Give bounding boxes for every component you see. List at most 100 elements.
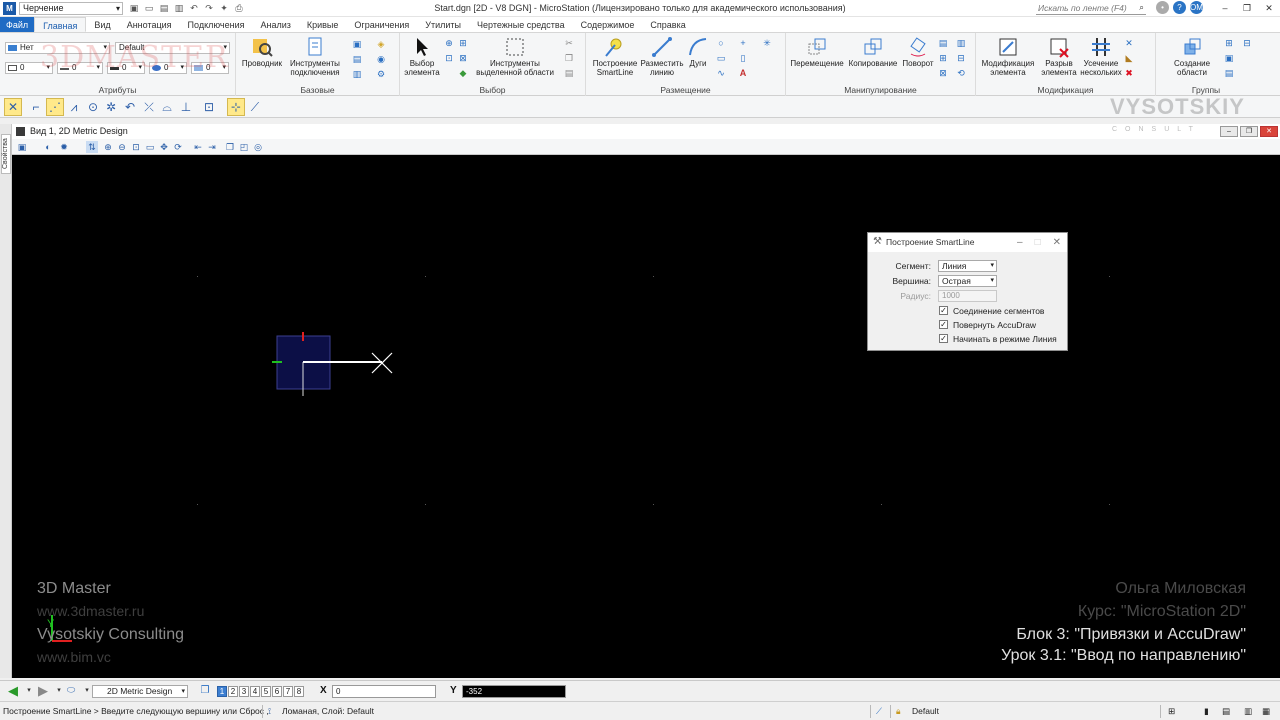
workflow-select[interactable]: Черчение <box>19 1 123 15</box>
rectangle-icon[interactable]: ▭ <box>716 53 726 63</box>
spin-icon[interactable]: ⟲ <box>956 68 966 78</box>
help-status-icon[interactable]: ▦ <box>1262 702 1270 720</box>
snap-intersection-icon[interactable]: ✕ <box>4 98 22 116</box>
point-icon[interactable]: + <box>738 38 748 48</box>
stretch-icon[interactable]: ⊟ <box>956 53 966 63</box>
snap-keypoint-icon[interactable]: ⋰ <box>46 98 64 116</box>
lighting-icon[interactable]: ✹ <box>58 141 70 153</box>
window-area-icon[interactable]: ⊡ <box>130 141 142 153</box>
dialog-maximize-icon[interactable]: □ <box>1035 233 1041 252</box>
accusnap-icon[interactable]: ⟋ <box>876 702 882 720</box>
rotate-view-icon[interactable]: ⟳ <box>172 141 184 153</box>
attach-tools-button[interactable]: Инструменты подключения <box>286 36 344 77</box>
active-level[interactable]: Default <box>912 702 939 720</box>
explorer-button[interactable]: Проводник <box>239 36 285 69</box>
select-all-icon[interactable]: ⊕ <box>444 38 454 48</box>
drawing-canvas[interactable]: Y <box>12 155 1280 678</box>
properties-side-tab[interactable]: Свойства <box>1 134 11 174</box>
view-next-icon[interactable]: ⇥ <box>206 141 218 153</box>
text-icon[interactable]: A <box>738 68 748 78</box>
create-region-button[interactable]: Создание области <box>1170 36 1214 77</box>
accudraw-line-icon[interactable]: ⟋ <box>246 98 264 116</box>
place-line-button[interactable]: Разместить линию <box>640 36 684 77</box>
view-8-button[interactable]: 8 <box>294 686 304 697</box>
deselect-icon[interactable]: ⊠ <box>458 53 468 63</box>
modify-element-button[interactable]: Модификация элемента <box>978 36 1038 77</box>
view-7-button[interactable]: 7 <box>283 686 293 697</box>
save-icon[interactable]: ▤ <box>159 3 169 13</box>
group-icon[interactable]: ⊞ <box>1224 38 1234 48</box>
ribbon-search-input[interactable]: Искать по ленте (F4) <box>1036 0 1146 15</box>
view-menu-icon[interactable] <box>16 127 25 136</box>
fence-icon[interactable]: ⊡ <box>444 53 454 63</box>
accudraw-icon[interactable]: ⊹ <box>227 98 245 116</box>
camera-icon[interactable]: ◎ <box>252 141 264 153</box>
scale-icon[interactable]: ▤ <box>938 38 948 48</box>
zoom-in-icon[interactable]: ⊕ <box>102 141 114 153</box>
rotate-accudraw-checkbox[interactable]: ✓ <box>939 320 948 329</box>
view-icon[interactable]: ▣ <box>129 3 139 13</box>
ungroup-icon[interactable]: ⊟ <box>1242 38 1252 48</box>
save-settings-icon[interactable]: ▥ <box>174 3 184 13</box>
snap-origin-icon[interactable]: ✲ <box>102 98 120 116</box>
snap-mode-icon[interactable]: ⊡ <box>200 98 218 116</box>
view-6-button[interactable]: 6 <box>272 686 282 697</box>
dialog-minimize-icon[interactable]: – <box>1017 233 1023 252</box>
view-previous-icon[interactable]: ⇤ <box>192 141 204 153</box>
tab-drawing-aids[interactable]: Чертежные средства <box>469 17 573 32</box>
tab-attach[interactable]: Подключения <box>180 17 253 32</box>
circle-icon[interactable]: ○ <box>716 38 726 48</box>
model-icon[interactable]: ⬭ <box>64 684 78 698</box>
tab-view[interactable]: Вид <box>86 17 118 32</box>
view-3-button[interactable]: 3 <box>239 686 249 697</box>
segment-select[interactable]: Линия <box>938 260 997 272</box>
undo-icon[interactable]: ↶ <box>189 3 199 13</box>
tab-home[interactable]: Главная <box>34 17 87 32</box>
bell-icon[interactable]: • <box>1156 1 1169 14</box>
curve-icon[interactable]: ∿ <box>716 68 726 78</box>
help-icon[interactable]: ? <box>1173 1 1186 14</box>
close-icon[interactable]: ✕ <box>1258 0 1280 16</box>
move-button[interactable]: Перемещение <box>788 36 846 69</box>
active-model-select[interactable]: 2D Metric Design <box>92 685 188 698</box>
raster-icon[interactable]: ▥ <box>352 69 362 79</box>
minimize-icon[interactable]: – <box>1214 0 1236 16</box>
view-attributes-icon[interactable]: ▣ <box>16 141 28 153</box>
copy-clip-icon[interactable]: ❐ <box>564 53 574 63</box>
lock-icon[interactable]: ▣ <box>1224 53 1234 63</box>
named-group-icon[interactable]: ▤ <box>1224 68 1234 78</box>
trim-multiple-button[interactable]: Усечение нескольких <box>1078 36 1124 77</box>
paste-icon[interactable]: ▤ <box>564 68 574 78</box>
cell-icon[interactable]: ✳ <box>762 38 772 48</box>
polygon-icon[interactable]: ▯ <box>738 53 748 63</box>
open-icon[interactable]: ▭ <box>144 3 154 13</box>
snap-center-icon[interactable]: ⊙ <box>84 98 102 116</box>
radius-input[interactable]: 1000 <box>938 290 997 302</box>
fillet-icon[interactable]: ◣ <box>1124 53 1134 63</box>
view-restore-icon[interactable]: ❐ <box>1240 126 1258 137</box>
view-close-icon[interactable]: ✕ <box>1260 126 1278 137</box>
back-icon[interactable]: ◀ <box>6 684 20 698</box>
pin-icon[interactable]: ✦ <box>219 3 229 13</box>
references-icon[interactable]: ▤ <box>352 54 362 64</box>
accudraw-y-input[interactable]: -352 <box>462 685 566 698</box>
snap-nearest-icon[interactable]: ⌐ <box>27 98 45 116</box>
forward-icon[interactable]: ▶ <box>36 684 50 698</box>
mirror-icon[interactable]: ▥ <box>956 38 966 48</box>
view-5-button[interactable]: 5 <box>261 686 271 697</box>
break-element-button[interactable]: Разрыв элемента <box>1038 36 1080 77</box>
snap-midpoint-icon[interactable]: ⩘ <box>65 98 83 116</box>
tab-file[interactable]: Файл <box>0 17 35 32</box>
back-dropdown-icon[interactable]: ▾ <box>22 684 36 698</box>
maximize-icon[interactable]: ❐ <box>1236 0 1258 16</box>
snap-parallel-icon[interactable]: ⊥ <box>177 98 195 116</box>
place-smartline-button[interactable]: Построение SmartLine <box>590 36 640 77</box>
snap-perpendicular-icon[interactable]: ⤫ <box>140 98 158 116</box>
cut-icon[interactable]: ✂ <box>564 38 574 48</box>
grid-lock-icon[interactable]: ⊞ <box>1168 702 1175 720</box>
view-1-button[interactable]: 1 <box>217 686 227 697</box>
copy-view-icon[interactable]: ❐ <box>224 141 236 153</box>
view-4-button[interactable]: 4 <box>250 686 260 697</box>
clip-volume-icon[interactable]: ◰ <box>238 141 250 153</box>
align-icon[interactable]: ⊠ <box>938 68 948 78</box>
